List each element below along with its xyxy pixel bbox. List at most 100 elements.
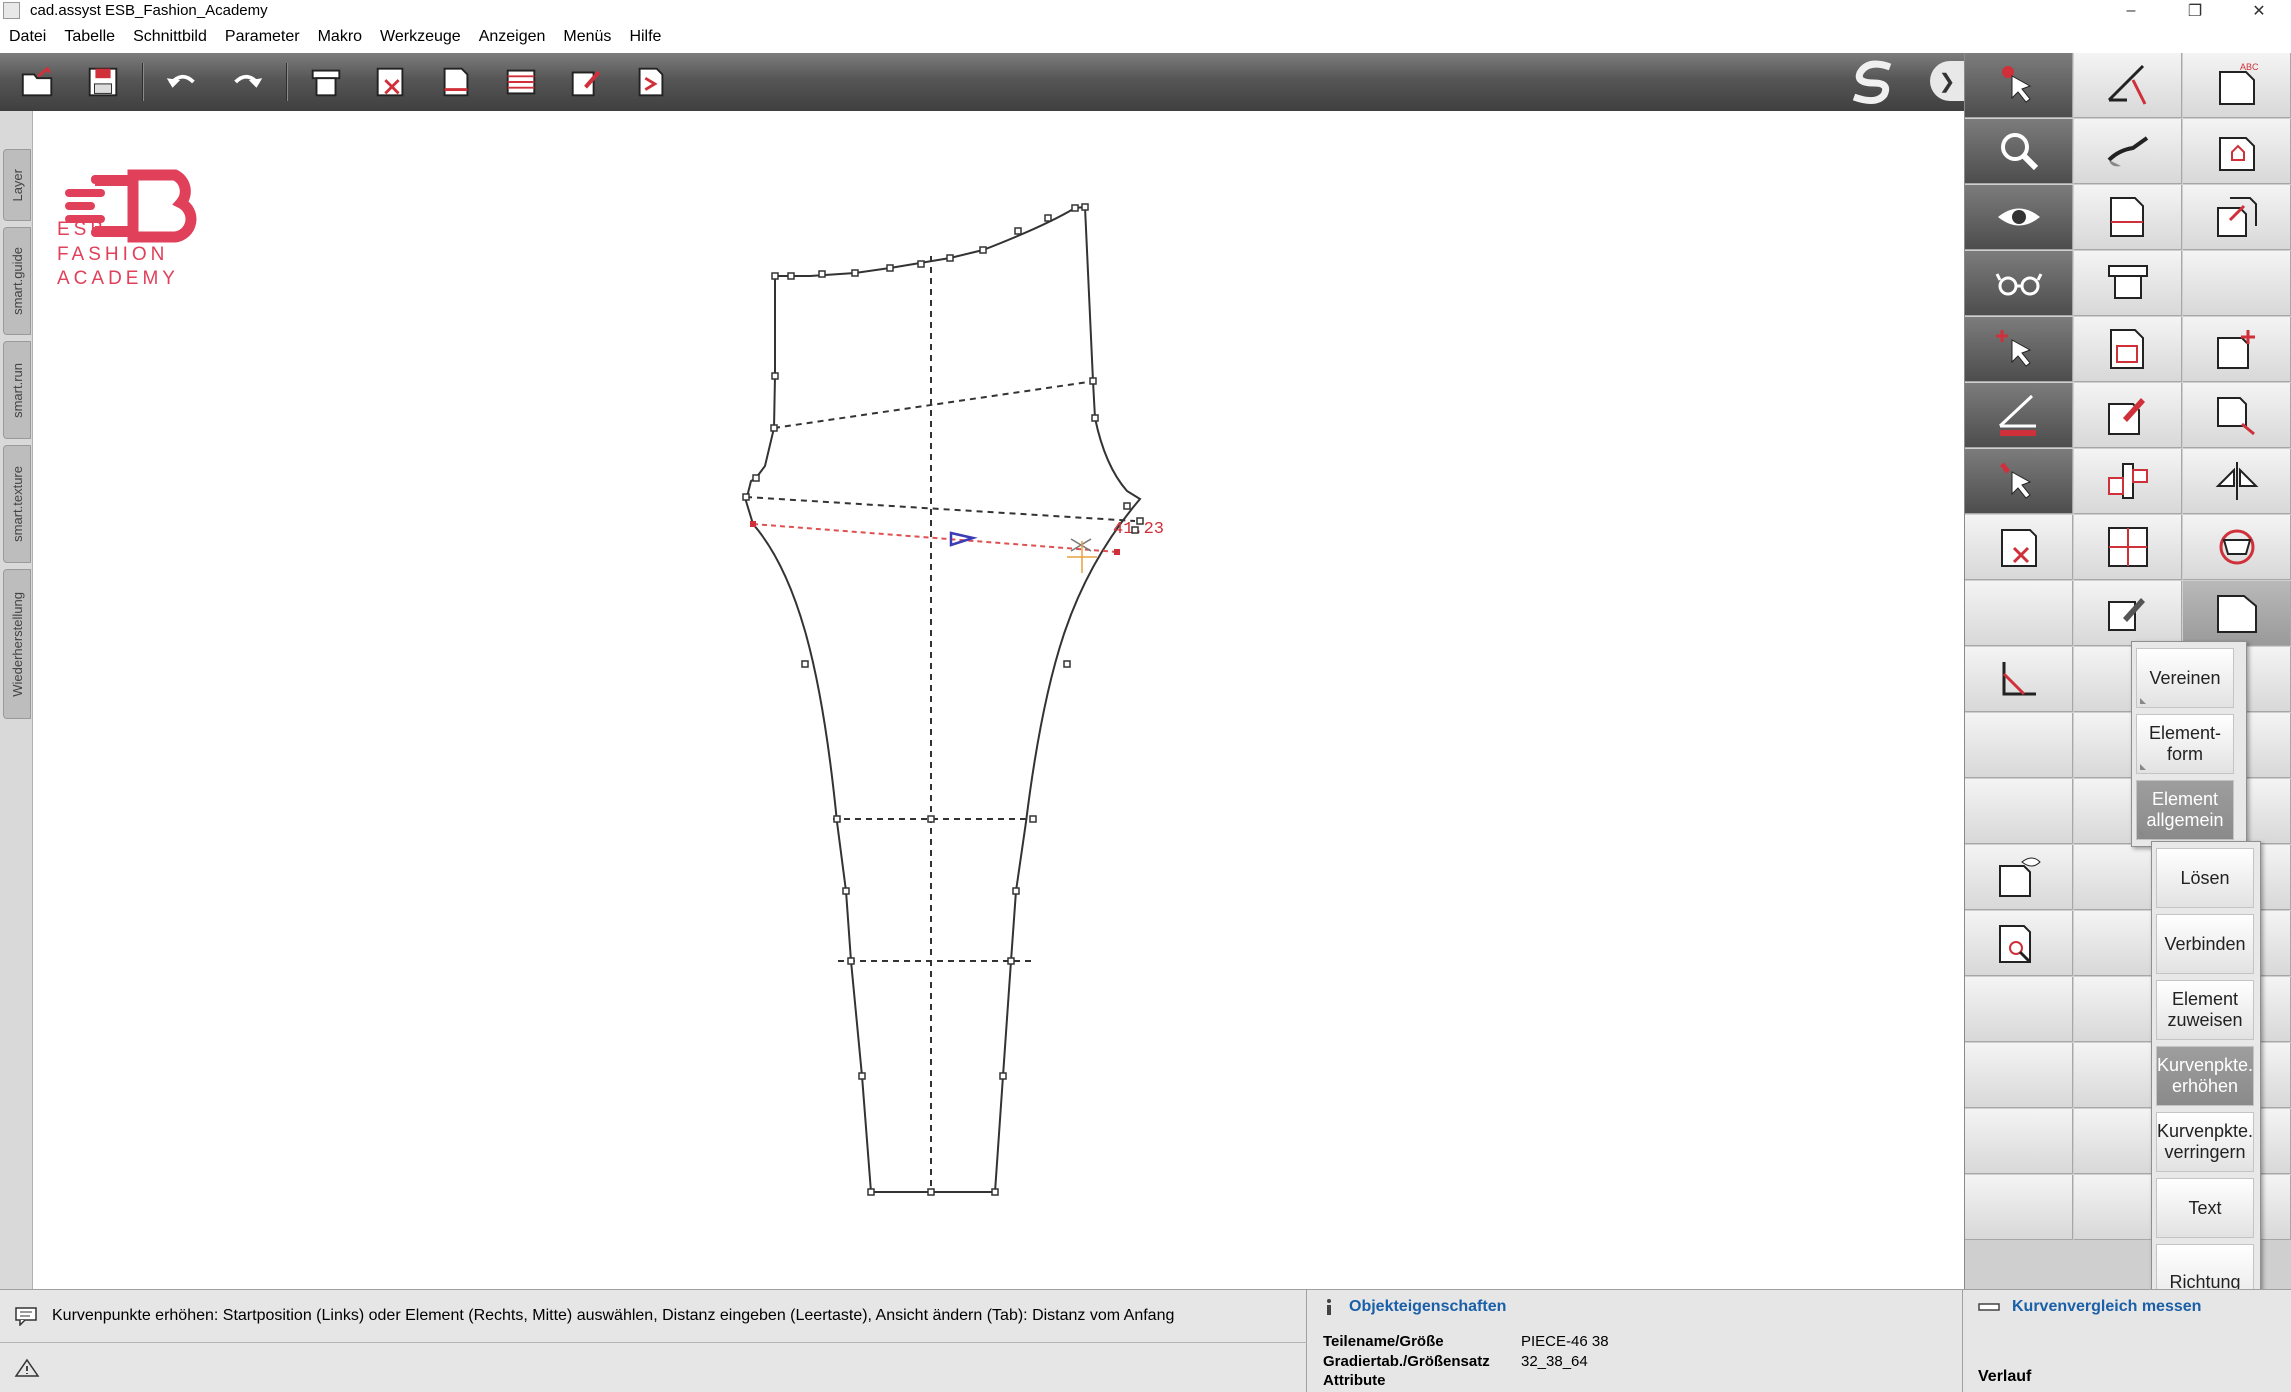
piece-eye-icon — [1998, 857, 2041, 897]
move-piece-button[interactable] — [2183, 383, 2291, 448]
properties-title[interactable]: Objekteigenschaften — [1349, 1298, 1506, 1316]
piece-search-icon — [1998, 925, 2031, 964]
draw-tool-button[interactable] — [2074, 53, 2182, 118]
table-button[interactable] — [495, 58, 547, 106]
preview-tool-button[interactable] — [1965, 251, 2073, 316]
point-select-button[interactable] — [1965, 317, 2073, 382]
tab-smart-run-label: smart.run — [9, 362, 25, 418]
toolbar-expand-button[interactable]: ❯ — [1930, 61, 1964, 101]
menu-tabelle[interactable]: Tabelle — [55, 28, 124, 46]
select-tool-button[interactable] — [1965, 53, 2073, 118]
minimize-button[interactable]: – — [2099, 0, 2163, 21]
menu-vereinen[interactable]: Vereinen — [2136, 648, 2234, 708]
split-piece-button[interactable] — [2074, 449, 2182, 514]
cut-piece-button[interactable] — [2074, 515, 2182, 580]
brush-tool-button[interactable] — [2074, 119, 2182, 184]
measure-tool-button[interactable] — [1965, 383, 2073, 448]
tab-wiederherstellung[interactable]: Wiederherstellung — [3, 569, 31, 719]
copy-piece-button[interactable] — [2183, 185, 2291, 250]
magnet-select-button[interactable] — [1965, 449, 2073, 514]
visibility-piece-button[interactable] — [1965, 845, 2073, 910]
tab-smart-texture[interactable]: smart.texture — [3, 445, 31, 563]
menu-element-zuweisen-label: Element zuweisen — [2167, 989, 2243, 1030]
grading-table-button[interactable] — [2074, 317, 2182, 382]
restore-button[interactable]: ❐ — [2163, 0, 2227, 21]
piece-properties-button[interactable] — [2074, 185, 2182, 250]
edit-piece-button[interactable] — [2074, 383, 2182, 448]
crotch-line — [745, 496, 1136, 522]
add-piece-button[interactable] — [2183, 317, 2291, 382]
measure-compare-title[interactable]: Kurvenvergleich messen — [2012, 1298, 2201, 1316]
hip-line — [773, 380, 1096, 429]
menu-hilfe[interactable]: Hilfe — [620, 28, 670, 46]
menu-element-form-label: Element- form — [2148, 723, 2222, 764]
piece-house-button[interactable] — [2183, 119, 2291, 184]
mirror-button[interactable] — [2183, 449, 2291, 514]
open-icon — [21, 66, 53, 97]
plot-button[interactable] — [300, 58, 352, 106]
element-tool-button[interactable] — [2183, 581, 2291, 646]
tool-panel: ABC Vereinen Element- form Element allge… — [1964, 53, 2291, 1325]
warning-icon — [14, 1358, 40, 1377]
menu-kurvenpkte-erhoehen[interactable]: Kurvenpkte. erhöhen — [2156, 1046, 2254, 1106]
cut-piece-icon — [2107, 527, 2148, 567]
pattern-piece[interactable]: 41.23 — [33, 111, 1964, 1289]
tab-smart-guide[interactable]: smart.guide — [3, 227, 31, 335]
plotter-button[interactable] — [2074, 251, 2182, 316]
delete-piece-icon — [376, 67, 404, 97]
close-button[interactable]: ✕ — [2227, 0, 2291, 21]
redo-button[interactable] — [221, 58, 273, 106]
undo-button[interactable] — [156, 58, 208, 106]
menu-datei[interactable]: Datei — [0, 28, 55, 46]
piece-button[interactable] — [430, 58, 482, 106]
rotate-button[interactable] — [2183, 515, 2291, 580]
menu-loesen[interactable]: Lösen — [2156, 848, 2254, 908]
delete-piece-button[interactable] — [365, 58, 417, 106]
empty-cell — [1965, 1175, 2073, 1240]
tab-wiederherstellung-label: Wiederherstellung — [9, 591, 25, 697]
property-key: Gradiertab./Größensatz — [1323, 1352, 1490, 1370]
menu-parameter[interactable]: Parameter — [216, 28, 309, 46]
piece-search-button[interactable] — [1965, 911, 2073, 976]
view-tool-button[interactable] — [1965, 185, 2073, 250]
property-key: Teilename/Größe — [1323, 1333, 1444, 1350]
open-button[interactable] — [12, 58, 64, 106]
menu-element-form[interactable]: Element- form — [2136, 714, 2234, 774]
delete-element-button[interactable] — [1965, 515, 2073, 580]
table-icon — [506, 69, 536, 95]
tab-smart-run[interactable]: smart.run — [3, 341, 31, 439]
drawing-canvas[interactable]: ESB FASHION ACADEMY 41.23 — [33, 111, 1964, 1289]
menu-werkzeuge[interactable]: Werkzeuge — [371, 28, 470, 46]
tab-smart-guide-label: smart.guide — [9, 247, 25, 315]
menu-menues[interactable]: Menüs — [554, 28, 620, 46]
assyst-logo-icon — [1852, 60, 1892, 104]
pattern-outline[interactable] — [744, 205, 1142, 1193]
corner-tool-button[interactable] — [1965, 647, 2073, 712]
menu-kurvenpkte-verringern[interactable]: Kurvenpkte. verringern — [2156, 1112, 2254, 1172]
property-row: Attribute — [1323, 1371, 1609, 1391]
menu-schnittbild[interactable]: Schnittbild — [124, 28, 216, 46]
tab-layer-label: Layer — [9, 168, 25, 202]
export-button[interactable] — [625, 58, 677, 106]
edit-piece-icon — [2107, 398, 2145, 435]
app-window: cad.assyst ESB_Fashion_Academy – ❐ ✕ Dat… — [0, 0, 2291, 1392]
text-piece-button[interactable]: ABC — [2183, 53, 2291, 118]
property-value: 32_38_64 — [1521, 1352, 1588, 1370]
menu-element-zuweisen[interactable]: Element zuweisen — [2156, 980, 2254, 1040]
menu-makro[interactable]: Makro — [309, 28, 371, 46]
app-icon — [3, 2, 20, 19]
edit-button[interactable] — [560, 58, 612, 106]
menu-verbinden[interactable]: Verbinden — [2156, 914, 2254, 974]
menu-kurvenpkte-erhoehen-label: Kurvenpkte. erhöhen — [2156, 1055, 2254, 1096]
menu-text[interactable]: Text — [2156, 1178, 2254, 1238]
save-button[interactable] — [77, 58, 129, 106]
undo-icon — [166, 74, 195, 88]
toolbar-separator — [286, 63, 288, 101]
tab-layer[interactable]: Layer — [3, 149, 31, 221]
edit-element-button[interactable] — [2074, 581, 2182, 646]
property-value: PIECE-46 38 — [1521, 1333, 1609, 1350]
menu-element-allgemein[interactable]: Element allgemein — [2136, 780, 2234, 840]
menu-anzeigen[interactable]: Anzeigen — [470, 28, 555, 46]
zoom-tool-button[interactable] — [1965, 119, 2073, 184]
empty-cell — [1965, 1043, 2073, 1108]
